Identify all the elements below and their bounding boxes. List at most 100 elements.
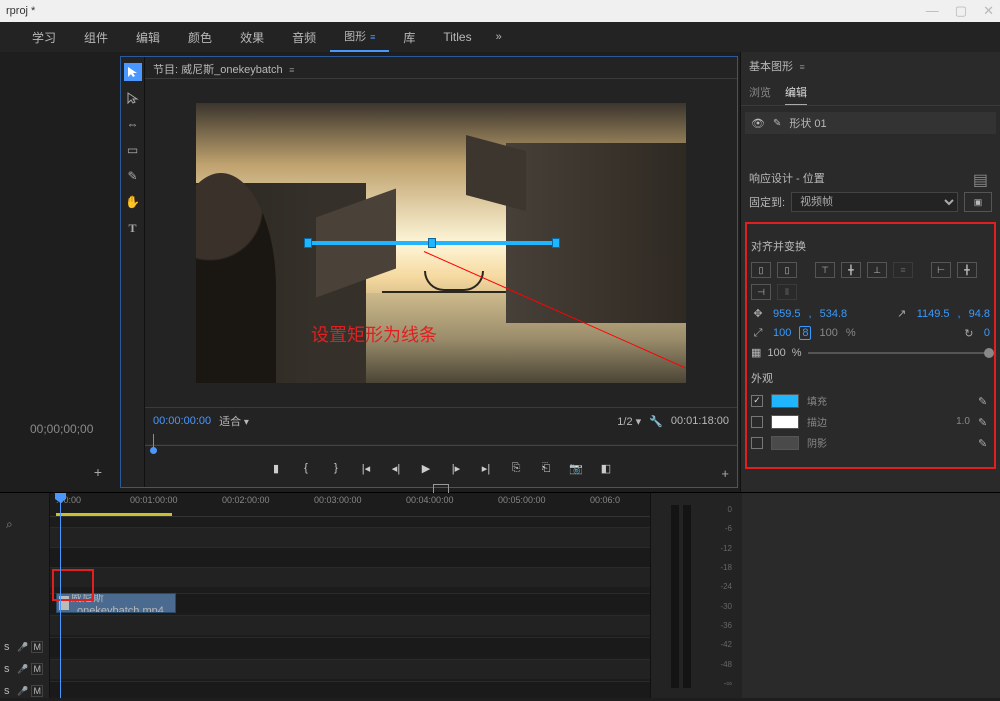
tab-edit[interactable]: 编辑 bbox=[122, 23, 174, 52]
tabs-overflow[interactable]: » bbox=[486, 25, 512, 49]
zoom-fit-dropdown[interactable]: 适合 ▾ bbox=[219, 413, 279, 429]
track-label-a1[interactable]: s bbox=[4, 641, 14, 653]
extract-button[interactable]: ⎗ bbox=[538, 460, 554, 476]
tab-assembly[interactable]: 组件 bbox=[70, 23, 122, 52]
align-vdistribute[interactable]: ≡ bbox=[893, 262, 913, 278]
anchor-x[interactable]: 1149.5 bbox=[917, 308, 950, 320]
source-timecode: 00;00;00;00 bbox=[30, 422, 93, 436]
track-label-a3[interactable]: s bbox=[4, 685, 14, 697]
mark-in-icon[interactable]: ▮ bbox=[268, 460, 284, 476]
tab-edit-graphics[interactable]: 编辑 bbox=[785, 80, 807, 105]
tab-browse[interactable]: 浏览 bbox=[749, 80, 771, 105]
tab-library[interactable]: 库 bbox=[389, 23, 429, 52]
scale-lock-icon[interactable]: 8 bbox=[799, 326, 811, 340]
mic-icon[interactable]: 🎤 bbox=[17, 642, 28, 653]
current-timecode[interactable]: 00:00:00:00 bbox=[153, 415, 211, 427]
settings-wrench-icon[interactable]: 🔧 bbox=[649, 415, 663, 428]
timeline-playhead[interactable] bbox=[60, 493, 61, 698]
window-close[interactable]: ✕ bbox=[983, 3, 994, 19]
go-to-out-button[interactable]: ▸| bbox=[478, 460, 494, 476]
fill-label: 填充 bbox=[807, 393, 970, 408]
mic-icon[interactable]: 🎤 bbox=[17, 664, 28, 675]
mute-a3[interactable]: M bbox=[31, 685, 43, 697]
anchor-y[interactable]: 94.8 bbox=[969, 308, 990, 320]
shape-handle-left[interactable] bbox=[304, 238, 312, 248]
add-panel-button[interactable]: + bbox=[94, 464, 102, 480]
fill-color-swatch[interactable] bbox=[771, 394, 799, 408]
fill-checkbox[interactable]: ✓ bbox=[751, 395, 763, 407]
stroke-width[interactable]: 1.0 bbox=[956, 416, 970, 427]
align-right[interactable]: ⊣ bbox=[751, 284, 771, 300]
window-minimize[interactable]: — bbox=[926, 3, 939, 19]
pen-tool[interactable]: ✎ bbox=[124, 167, 142, 185]
button-editor[interactable]: + bbox=[721, 466, 729, 481]
selection-tool[interactable] bbox=[124, 63, 142, 81]
resolution-dropdown[interactable]: 1/2 ▾ bbox=[617, 415, 641, 428]
align-left[interactable]: ⊢ bbox=[931, 262, 951, 278]
tab-audio[interactable]: 音频 bbox=[278, 23, 330, 52]
mark-out-button[interactable]: } bbox=[328, 460, 344, 476]
shadow-color-swatch[interactable] bbox=[771, 436, 799, 450]
opacity-slider[interactable] bbox=[808, 352, 990, 354]
align-top[interactable]: ⊤ bbox=[815, 262, 835, 278]
tab-color[interactable]: 颜色 bbox=[174, 23, 226, 52]
mute-a1[interactable]: M bbox=[31, 641, 43, 653]
align-vcenter[interactable]: ╋ bbox=[841, 262, 861, 278]
shape-handle-right[interactable] bbox=[552, 238, 560, 248]
rectangle-tool[interactable]: ▭ bbox=[124, 141, 142, 159]
shape-line[interactable] bbox=[308, 241, 556, 245]
stroke-checkbox[interactable] bbox=[751, 416, 763, 428]
scrubber[interactable] bbox=[145, 434, 737, 454]
fill-eyedropper-icon[interactable]: ✎ bbox=[978, 395, 990, 407]
tab-titles[interactable]: Titles bbox=[429, 24, 485, 50]
add-layer-button[interactable]: ▤ bbox=[973, 170, 988, 190]
vertical-center-tool[interactable]: ⇔ bbox=[124, 115, 142, 133]
program-viewport[interactable]: 设置矩形为线条 bbox=[196, 103, 686, 383]
play-button[interactable]: ▶ bbox=[418, 460, 434, 476]
align-bottom[interactable]: ⊥ bbox=[867, 262, 887, 278]
time-ruler[interactable]: :00:00 00:01:00:00 00:02:00:00 00:03:00:… bbox=[50, 493, 650, 517]
shadow-eyedropper-icon[interactable]: ✎ bbox=[978, 437, 990, 449]
work-area-bar[interactable] bbox=[56, 513, 172, 516]
stroke-color-swatch[interactable] bbox=[771, 415, 799, 429]
align-hcenter[interactable]: ╋ bbox=[957, 262, 977, 278]
stroke-eyedropper-icon[interactable]: ✎ bbox=[978, 416, 990, 428]
track-label-a2[interactable]: s bbox=[4, 663, 14, 675]
hamburger-icon[interactable]: ≡ bbox=[797, 62, 805, 72]
shadow-checkbox[interactable] bbox=[751, 437, 763, 449]
scrub-playhead[interactable] bbox=[153, 434, 154, 450]
lift-button[interactable]: ⎘ bbox=[508, 460, 524, 476]
align-h-left[interactable]: ▯ bbox=[751, 262, 771, 278]
comparison-button[interactable]: ◧ bbox=[598, 460, 614, 476]
align-h-center[interactable]: ▯ bbox=[777, 262, 797, 278]
scale-value[interactable]: 100 bbox=[773, 327, 791, 339]
layer-name: 形状 01 bbox=[789, 115, 826, 131]
go-to-in-button[interactable]: |◂ bbox=[358, 460, 374, 476]
opacity-value[interactable]: 100 bbox=[767, 347, 785, 359]
window-maximize[interactable]: ▢ bbox=[955, 3, 967, 19]
tab-learn[interactable]: 学习 bbox=[18, 23, 70, 52]
export-frame-button[interactable]: 📷 bbox=[568, 460, 584, 476]
hand-tool[interactable]: ✋ bbox=[124, 193, 142, 211]
mute-a2[interactable]: M bbox=[31, 663, 43, 675]
pin-diagram-icon[interactable]: ▣ bbox=[964, 192, 992, 212]
shape-handle-mid[interactable] bbox=[428, 238, 436, 248]
direct-select-tool[interactable] bbox=[124, 89, 142, 107]
pin-to-dropdown[interactable]: 视频帧 bbox=[791, 192, 958, 212]
position-x[interactable]: 959.5 bbox=[773, 308, 801, 320]
step-back-button[interactable]: ◂| bbox=[388, 460, 404, 476]
align-hdistribute[interactable]: ⦀ bbox=[777, 284, 797, 300]
tab-effects[interactable]: 效果 bbox=[226, 23, 278, 52]
hamburger-icon[interactable]: ≡ bbox=[287, 65, 295, 75]
visibility-eye-icon[interactable]: 👁 bbox=[751, 117, 765, 130]
type-tool[interactable]: T bbox=[124, 219, 142, 237]
timeline-tracks[interactable]: :00:00 00:01:00:00 00:02:00:00 00:03:00:… bbox=[50, 493, 650, 698]
layer-row[interactable]: 👁 ✎ 形状 01 bbox=[745, 112, 996, 134]
tab-graphics[interactable]: 图形≡ bbox=[330, 22, 389, 52]
mark-in-button[interactable]: { bbox=[298, 460, 314, 476]
mic-icon[interactable]: 🎤 bbox=[17, 686, 28, 697]
step-forward-button[interactable]: |▸ bbox=[448, 460, 464, 476]
rotate-value[interactable]: 0 bbox=[984, 327, 990, 339]
position-y[interactable]: 534.8 bbox=[820, 308, 848, 320]
snap-icon[interactable]: ⌕ bbox=[6, 517, 13, 532]
